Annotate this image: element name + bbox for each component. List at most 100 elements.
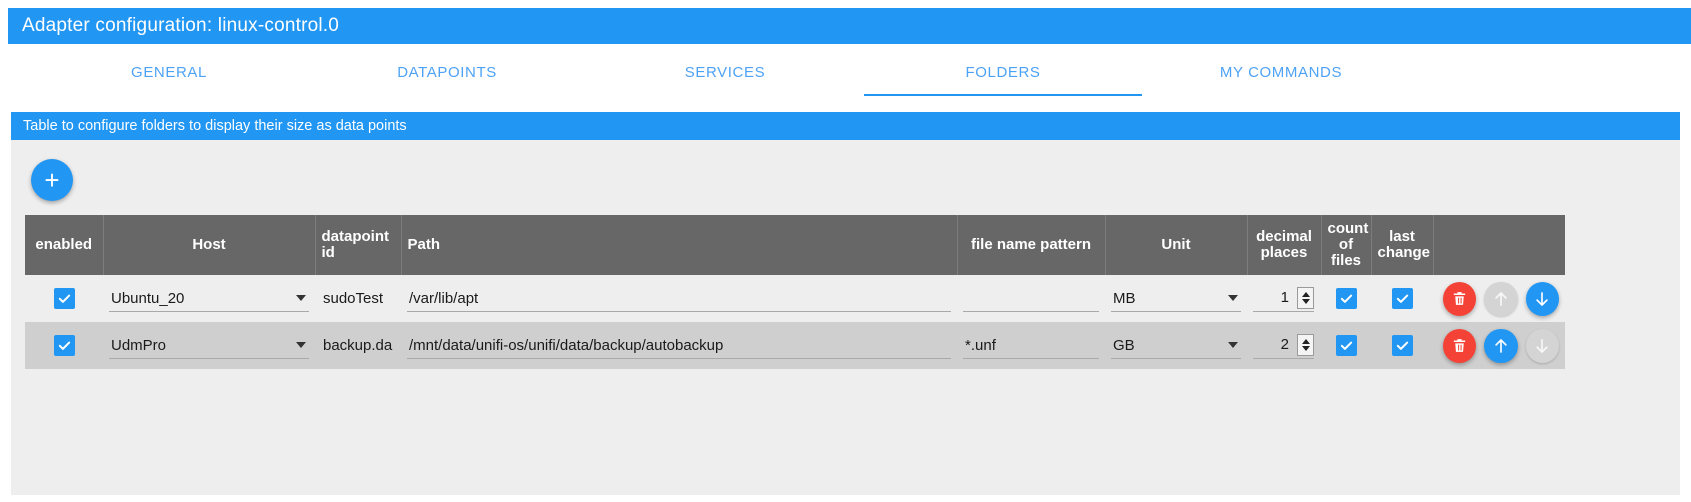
tab-strip: GENERAL DATAPOINTS SERVICES FOLDERS MY C… <box>30 48 1691 97</box>
tab-datapoints-label: DATAPOINTS <box>397 63 497 81</box>
tab-my-commands-label: MY COMMANDS <box>1219 63 1343 81</box>
cell-file-name-pattern <box>957 275 1105 322</box>
last-change-checkbox[interactable] <box>1391 288 1413 309</box>
spinner-up-icon[interactable] <box>1301 292 1310 297</box>
cell-enabled <box>25 275 103 322</box>
adapter-configuration-window: Adapter configuration: linux-control.0 G… <box>0 0 1691 502</box>
host-select-value: UdmPro <box>111 336 167 354</box>
cell-file-name-pattern <box>957 322 1105 369</box>
table-body: Ubuntu_20 sudoTest /var/lib/apt MB 1 Udm… <box>25 275 1565 369</box>
arrow-down-icon <box>1536 291 1549 306</box>
column-header-path: Path <box>401 215 958 275</box>
enabled-checkbox[interactable] <box>53 288 75 309</box>
unit-select[interactable]: GB <box>1111 332 1241 359</box>
cell-last-change <box>1371 322 1433 369</box>
delete-row-button[interactable] <box>1443 281 1477 316</box>
window-title-bar: Adapter configuration: linux-control.0 <box>8 8 1691 44</box>
cell-datapoint-id <box>315 322 401 369</box>
plus-icon: + <box>44 165 60 195</box>
count-of-files-checkbox[interactable] <box>1335 288 1357 309</box>
table-header: enabled Host datapoint id Path file name… <box>25 215 1565 275</box>
tab-my-commands[interactable]: MY COMMANDS <box>1142 48 1420 96</box>
info-banner-text: Table to configure folders to display th… <box>23 118 407 134</box>
cell-enabled <box>25 322 103 369</box>
host-select[interactable]: UdmPro <box>109 332 309 359</box>
spinner-down-icon[interactable] <box>1301 346 1310 351</box>
column-header-unit: Unit <box>1105 215 1248 275</box>
chevron-down-icon <box>1228 295 1238 301</box>
decimal-places-input[interactable] <box>1253 284 1293 312</box>
page-title: Adapter configuration: linux-control.0 <box>22 15 340 36</box>
spinner-down-icon[interactable] <box>1301 299 1310 304</box>
unit-select[interactable]: MB <box>1111 285 1241 312</box>
table-row: UdmPro backup.da /mnt/data/unifi-os/unif… <box>25 322 1565 369</box>
cell-actions <box>1433 322 1565 369</box>
spinner-buttons[interactable] <box>1297 287 1314 309</box>
cell-count-of-files <box>1321 275 1371 322</box>
move-up-button <box>1484 281 1518 316</box>
decimal-places-stepper[interactable] <box>1253 331 1314 359</box>
cell-decimal-places <box>1247 275 1321 322</box>
column-header-datapoint-id: datapoint id <box>315 215 402 275</box>
spinner-up-icon[interactable] <box>1301 339 1310 344</box>
tab-services[interactable]: SERVICES <box>586 48 864 96</box>
cell-datapoint-id <box>315 275 401 322</box>
tab-folders-label: FOLDERS <box>965 63 1041 81</box>
arrow-up-icon <box>1495 338 1507 353</box>
arrow-up-icon <box>1495 291 1507 306</box>
column-header-host: Host <box>103 215 316 275</box>
delete-row-button[interactable] <box>1443 328 1477 363</box>
row-actions <box>1439 328 1559 363</box>
path-input[interactable] <box>407 332 951 359</box>
chevron-down-icon <box>296 342 306 348</box>
add-row-button[interactable]: + <box>31 159 73 201</box>
cell-unit: GB <box>1105 322 1247 369</box>
arrow-down-icon <box>1536 338 1549 353</box>
cell-count-of-files <box>1321 322 1371 369</box>
tab-general-label: GENERAL <box>131 63 207 81</box>
column-header-enabled: enabled <box>25 215 104 275</box>
decimal-places-input[interactable] <box>1253 331 1293 359</box>
tab-folders[interactable]: FOLDERS <box>864 48 1142 96</box>
count-of-files-checkbox[interactable] <box>1335 335 1357 356</box>
column-header-file-name-pattern: file name pattern <box>957 215 1106 275</box>
move-up-button[interactable] <box>1484 328 1518 363</box>
table-header-row: enabled Host datapoint id Path file name… <box>25 215 1565 275</box>
unit-select-value: MB <box>1113 289 1136 307</box>
folders-table: enabled Host datapoint id Path file name… <box>25 215 1565 369</box>
spinner-buttons[interactable] <box>1297 334 1314 356</box>
tab-datapoints[interactable]: DATAPOINTS <box>308 48 586 96</box>
path-input[interactable] <box>407 285 951 312</box>
table-row: Ubuntu_20 sudoTest /var/lib/apt MB 1 <box>25 275 1565 322</box>
datapoint-id-input[interactable] <box>321 332 395 359</box>
move-down-button[interactable] <box>1525 281 1559 316</box>
folders-panel: + enabled Host datapoint id Path file na… <box>11 140 1680 495</box>
tab-services-label: SERVICES <box>684 63 766 81</box>
folders-table-container: enabled Host datapoint id Path file name… <box>25 215 1565 369</box>
cell-host: Ubuntu_20 <box>103 275 315 322</box>
cell-decimal-places <box>1247 322 1321 369</box>
cell-unit: MB <box>1105 275 1247 322</box>
file-name-pattern-input[interactable] <box>963 285 1099 312</box>
host-select-value: Ubuntu_20 <box>111 289 185 307</box>
tab-general[interactable]: GENERAL <box>30 48 308 96</box>
cell-actions <box>1433 275 1565 322</box>
trash-icon <box>1453 339 1466 352</box>
info-banner: Table to configure folders to display th… <box>11 112 1680 140</box>
chevron-down-icon <box>296 295 306 301</box>
cell-path <box>401 275 957 322</box>
row-actions <box>1439 281 1559 316</box>
column-header-decimal-places: decimal places <box>1247 215 1322 275</box>
last-change-checkbox[interactable] <box>1391 335 1413 356</box>
datapoint-id-input[interactable] <box>321 285 395 312</box>
unit-select-value: GB <box>1113 336 1135 354</box>
cell-last-change <box>1371 275 1433 322</box>
host-select[interactable]: Ubuntu_20 <box>109 285 309 312</box>
move-down-button <box>1525 328 1559 363</box>
decimal-places-stepper[interactable] <box>1253 284 1314 312</box>
file-name-pattern-input[interactable] <box>963 332 1099 359</box>
column-header-last-change: last change <box>1371 215 1434 275</box>
column-header-count-of-files: count of files <box>1321 215 1372 275</box>
trash-icon <box>1453 292 1466 305</box>
enabled-checkbox[interactable] <box>53 335 75 356</box>
